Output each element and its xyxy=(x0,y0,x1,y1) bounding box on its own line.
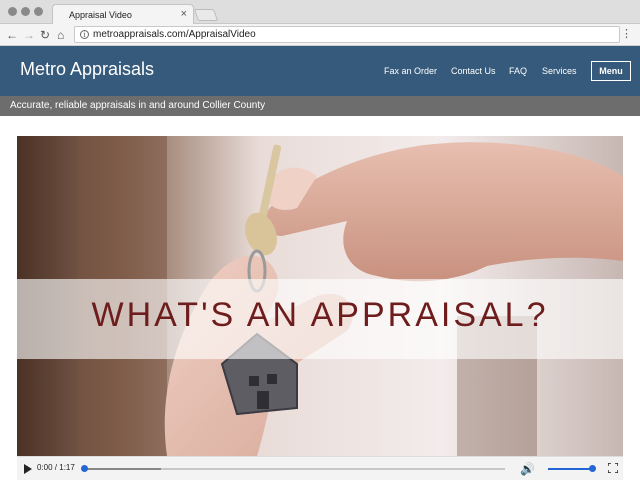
new-tab-button[interactable] xyxy=(193,9,219,21)
play-icon[interactable] xyxy=(24,464,32,474)
browser-menu-icon[interactable]: ⋮ xyxy=(621,27,632,40)
video-title-overlay: WHAT'S AN APPRAISAL? xyxy=(91,296,549,334)
address-bar[interactable]: i metroappraisals.com/AppraisalVideo xyxy=(74,26,620,43)
video-controls: 0:00 / 1:17 🔊 xyxy=(17,456,623,480)
nav-contact-us[interactable]: Contact Us xyxy=(451,66,496,76)
progress-buffered xyxy=(85,468,161,470)
progress-bar[interactable] xyxy=(85,468,505,470)
menu-button[interactable]: Menu xyxy=(591,61,631,81)
forward-icon[interactable]: → xyxy=(23,28,35,42)
nav-faq[interactable]: FAQ xyxy=(509,66,527,76)
back-icon[interactable]: ← xyxy=(6,28,18,42)
minimize-window-icon[interactable] xyxy=(21,7,30,16)
browser-toolbar: ← → ↻ ⌂ i metroappraisals.com/AppraisalV… xyxy=(0,24,640,46)
browser-tab[interactable]: Appraisal Video × xyxy=(52,4,194,25)
nav-services[interactable]: Services xyxy=(542,66,577,76)
tab-title: Appraisal Video xyxy=(69,10,132,20)
site-header: Metro Appraisals Fax an Order Contact Us… xyxy=(0,46,640,96)
volume-icon[interactable]: 🔊 xyxy=(520,462,535,476)
tagline-text: Accurate, reliable appraisals in and aro… xyxy=(10,100,266,111)
brand-logo[interactable]: Metro Appraisals xyxy=(20,59,154,80)
site-info-icon[interactable]: i xyxy=(80,30,89,39)
time-display: 0:00 / 1:17 xyxy=(37,463,75,472)
browser-tab-strip: Appraisal Video × xyxy=(0,0,640,25)
volume-slider-thumb[interactable] xyxy=(588,465,596,472)
fullscreen-icon[interactable] xyxy=(608,463,618,473)
home-icon[interactable]: ⌂ xyxy=(57,28,64,42)
tab-close-icon[interactable]: × xyxy=(181,8,187,20)
reload-icon[interactable]: ↻ xyxy=(40,28,50,42)
volume-slider[interactable] xyxy=(548,468,594,470)
tagline-bar: Accurate, reliable appraisals in and aro… xyxy=(0,96,640,116)
maximize-window-icon[interactable] xyxy=(34,7,43,16)
url-text[interactable]: metroappraisals.com/AppraisalVideo xyxy=(93,29,256,40)
video-player[interactable]: WHAT'S AN APPRAISAL? 0:00 / 1:17 🔊 xyxy=(17,136,623,480)
progress-scrubber[interactable] xyxy=(81,465,88,472)
nav-fax-an-order[interactable]: Fax an Order xyxy=(384,66,437,76)
close-window-icon[interactable] xyxy=(8,7,17,16)
